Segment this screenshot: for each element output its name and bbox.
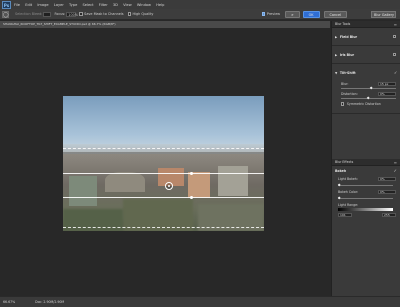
- tilt-shift-label: Tilt-Shift: [339, 71, 356, 75]
- doc-size: Doc: 2.90M/2.90M: [35, 300, 65, 304]
- blur-panel: Blur Tools ≡ ▶ Field Blur ▶ Iris Blur ▼ …: [331, 21, 400, 296]
- workspace-select[interactable]: Blur Gallery: [371, 10, 396, 18]
- high-quality-checkbox[interactable]: [127, 12, 131, 16]
- bokeh-color-slider-knob[interactable]: [337, 196, 341, 201]
- distortion-row: Distortion: 0%: [335, 91, 400, 102]
- symmetric-label: Symmetric Distortion: [346, 102, 381, 106]
- distortion-label: Distortion:: [341, 92, 358, 96]
- iris-blur-section[interactable]: ▶ Iris Blur: [332, 46, 400, 64]
- tilt-shift-section[interactable]: ▼ Tilt-Shift ✓ Blur: 15 px Distortion: 0…: [332, 64, 400, 114]
- symmetric-checkbox[interactable]: [341, 102, 345, 106]
- menu-type[interactable]: Type: [69, 3, 77, 7]
- building: [188, 172, 210, 198]
- checkmark-icon[interactable]: ✓: [394, 168, 397, 173]
- field-blur-label: Field Blur: [339, 35, 358, 39]
- collapse-triangle-icon[interactable]: ▼: [335, 71, 337, 75]
- menu-window[interactable]: Window: [137, 3, 151, 7]
- panel-spacer: [332, 114, 400, 159]
- save-mask-label: Save Mask to Channels: [84, 12, 124, 16]
- distortion-field[interactable]: 0%: [378, 91, 396, 96]
- expand-triangle-icon[interactable]: ▶: [335, 35, 337, 39]
- blur-pin[interactable]: [165, 182, 173, 190]
- light-bokeh-label: Light Bokeh:: [338, 177, 358, 181]
- options-bar: ◯ Selection Bleed: Focus: 100% Save Mask…: [0, 9, 400, 20]
- ok-button[interactable]: OK: [302, 10, 320, 18]
- iris-blur-checkbox[interactable]: [392, 53, 396, 56]
- blur-effects-body: Bokeh ✓ Light Bokeh: 0% Bokeh Color: 0% …: [332, 166, 400, 221]
- iris-blur-label: Iris Blur: [339, 53, 355, 57]
- tilt-shift-outer-top-line[interactable]: [63, 148, 264, 149]
- menu-filter[interactable]: Filter: [99, 3, 108, 7]
- blur-effects-title: Blur Effects: [335, 160, 354, 164]
- preview-checkbox[interactable]: [261, 12, 266, 16]
- tilt-shift-outer-bottom-line[interactable]: [63, 227, 264, 228]
- panel-menu-icon[interactable]: ≡: [394, 21, 397, 28]
- bokeh-color-slider[interactable]: [337, 196, 393, 201]
- light-bokeh-slider[interactable]: [337, 183, 393, 188]
- menu-image[interactable]: Image: [37, 3, 48, 7]
- bokeh-color-row: Bokeh Color: 0%: [332, 190, 400, 203]
- photo-city: [63, 154, 264, 231]
- light-range-gradient[interactable]: [338, 208, 393, 211]
- blur-tools-header: Blur Tools ≡: [332, 21, 400, 28]
- status-bar: 66.67% Doc: 2.90M/2.90M: [0, 296, 400, 307]
- light-bokeh-slider-knob[interactable]: [337, 183, 341, 188]
- tilt-shift-inner-top-line[interactable]: [63, 173, 264, 174]
- selection-bleed-label: Selection Bleed:: [15, 12, 43, 16]
- reset-icon[interactable]: ↺: [285, 10, 300, 18]
- focus-label: Focus:: [54, 12, 66, 16]
- distortion-slider-knob[interactable]: [366, 96, 370, 101]
- light-bokeh-field[interactable]: 0%: [378, 177, 396, 182]
- selection-bleed-field[interactable]: [43, 11, 52, 17]
- menu-help[interactable]: Help: [156, 3, 164, 7]
- blur-label: Blur:: [341, 82, 349, 86]
- photo-canvas[interactable]: [63, 96, 264, 231]
- bokeh-color-label: Bokeh Color:: [338, 190, 359, 194]
- light-range-low-field[interactable]: 191: [338, 213, 352, 218]
- bokeh-label: Bokeh: [335, 169, 347, 173]
- symmetric-row: Symmetric Distortion: [335, 102, 400, 108]
- light-range-label: Light Range:: [338, 203, 359, 207]
- stadium: [105, 172, 145, 192]
- menu-layer[interactable]: Layer: [54, 3, 64, 7]
- blur-field[interactable]: 15 px: [378, 81, 396, 86]
- zoom-level[interactable]: 66.67%: [3, 300, 15, 304]
- document-tab[interactable]: SHANGHAI_ROOFTOP_TILT_SHIFT_EXAMPLE_STUD…: [0, 21, 330, 28]
- menu-select[interactable]: Select: [82, 3, 93, 7]
- menu-bar: Ps File Edit Image Layer Type Select Fil…: [0, 0, 400, 9]
- light-range-high-field[interactable]: 255: [382, 213, 396, 218]
- menu-3d[interactable]: 3D: [113, 3, 118, 7]
- photoshop-logo: Ps: [2, 0, 11, 9]
- menu-view[interactable]: View: [123, 3, 132, 7]
- cancel-button[interactable]: Cancel: [323, 10, 347, 18]
- menu-file[interactable]: File: [14, 3, 20, 7]
- blur-row: Blur: 15 px: [335, 81, 400, 92]
- preview-label: Preview: [266, 12, 281, 16]
- rotate-handle[interactable]: [190, 195, 193, 199]
- bokeh-color-field[interactable]: 0%: [378, 190, 396, 195]
- rotate-handle[interactable]: [190, 171, 193, 175]
- blur-slider-knob[interactable]: [369, 86, 373, 91]
- tilt-shift-inner-bottom-line[interactable]: [63, 197, 264, 198]
- distortion-slider[interactable]: [341, 96, 396, 101]
- panel-menu-icon[interactable]: ≡: [394, 159, 397, 166]
- checkmark-icon[interactable]: ✓: [394, 70, 397, 75]
- blur-slider[interactable]: [341, 86, 396, 91]
- bokeh-row: Bokeh ✓: [332, 168, 400, 177]
- building: [69, 176, 97, 206]
- focus-field[interactable]: 100%: [66, 11, 78, 17]
- light-bokeh-row: Light Bokeh: 0%: [332, 177, 400, 190]
- save-mask-checkbox[interactable]: [79, 12, 83, 16]
- menu-edit[interactable]: Edit: [25, 3, 32, 7]
- blur-effects-header: Blur Effects ≡: [332, 159, 400, 166]
- light-range-row: Light Range: 191 255: [332, 203, 400, 221]
- blur-tool-icon[interactable]: ◯: [2, 10, 9, 18]
- field-blur-checkbox[interactable]: [392, 35, 396, 38]
- high-quality-label: High Quality: [132, 12, 154, 16]
- field-blur-section[interactable]: ▶ Field Blur: [332, 28, 400, 46]
- expand-triangle-icon[interactable]: ▶: [335, 53, 337, 57]
- blur-tools-title: Blur Tools: [335, 22, 351, 26]
- building: [218, 166, 248, 196]
